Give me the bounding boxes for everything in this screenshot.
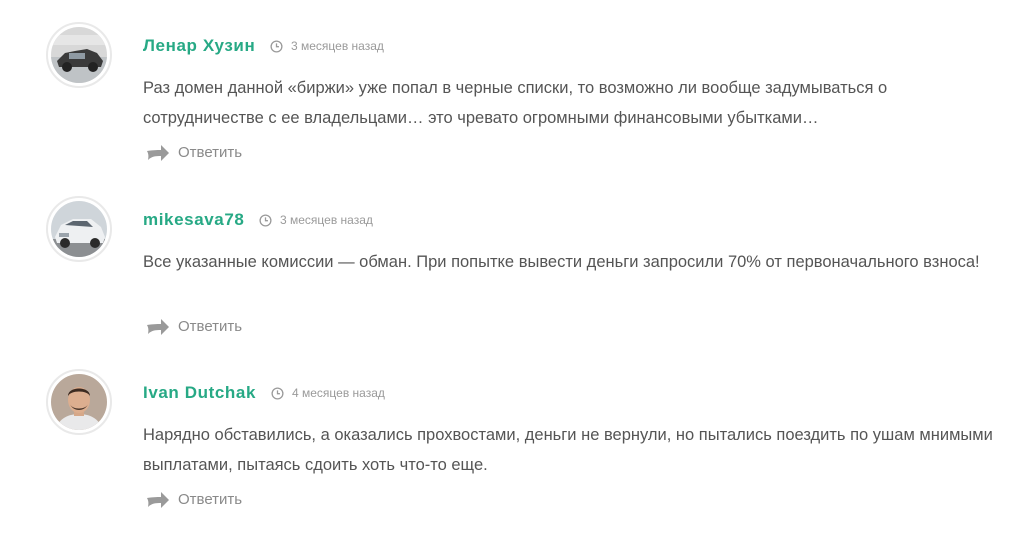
avatar[interactable]: [46, 369, 112, 435]
reply-arrow-icon: [147, 319, 169, 335]
comment-time: 3 месяцев назад: [291, 39, 384, 53]
comment-item: Ivan Dutchak 4 месяцев назад Нарядно обс…: [0, 369, 1035, 529]
comment-meta: 3 месяцев назад: [259, 212, 373, 228]
reply-label: Ответить: [178, 144, 243, 161]
avatar[interactable]: [46, 196, 112, 262]
avatar[interactable]: [46, 22, 112, 88]
reply-arrow-icon: [147, 492, 169, 508]
avatar-image: [51, 201, 107, 257]
comment-text: Все указанные комиссии — обман. При попы…: [143, 253, 980, 271]
reply-button[interactable]: Ответить: [146, 317, 242, 337]
avatar-image: [51, 374, 107, 430]
clock-icon: [271, 386, 284, 400]
reply-arrow-icon: [147, 145, 169, 161]
reply-label: Ответить: [178, 491, 243, 508]
comment-meta: 4 месяцев назад: [271, 385, 385, 401]
clock-icon: [270, 39, 283, 53]
comment-author[interactable]: Ленар Хузин: [143, 36, 255, 56]
comment-author[interactable]: Ivan Dutchak: [143, 383, 256, 403]
reply-button[interactable]: Ответить: [146, 490, 242, 510]
comment-time: 4 месяцев назад: [292, 386, 385, 400]
comment-text: Раз домен данной «биржи» уже попал в чер…: [143, 79, 888, 127]
comment-meta: 3 месяцев назад: [270, 38, 384, 54]
avatar-image: [51, 27, 107, 83]
clock-icon: [259, 213, 272, 227]
reply-button[interactable]: Ответить: [146, 143, 242, 163]
reply-label: Ответить: [178, 318, 243, 335]
comment-text: Нарядно обставились, а оказались прохвос…: [143, 426, 993, 474]
comment-time: 3 месяцев назад: [280, 213, 373, 227]
comment-author[interactable]: mikesava78: [143, 210, 244, 230]
comment-item: Ленар Хузин 3 месяцев назад Раз домен да…: [0, 22, 1035, 182]
comment-item: mikesava78 3 месяцев назад Все указанные…: [0, 196, 1035, 356]
